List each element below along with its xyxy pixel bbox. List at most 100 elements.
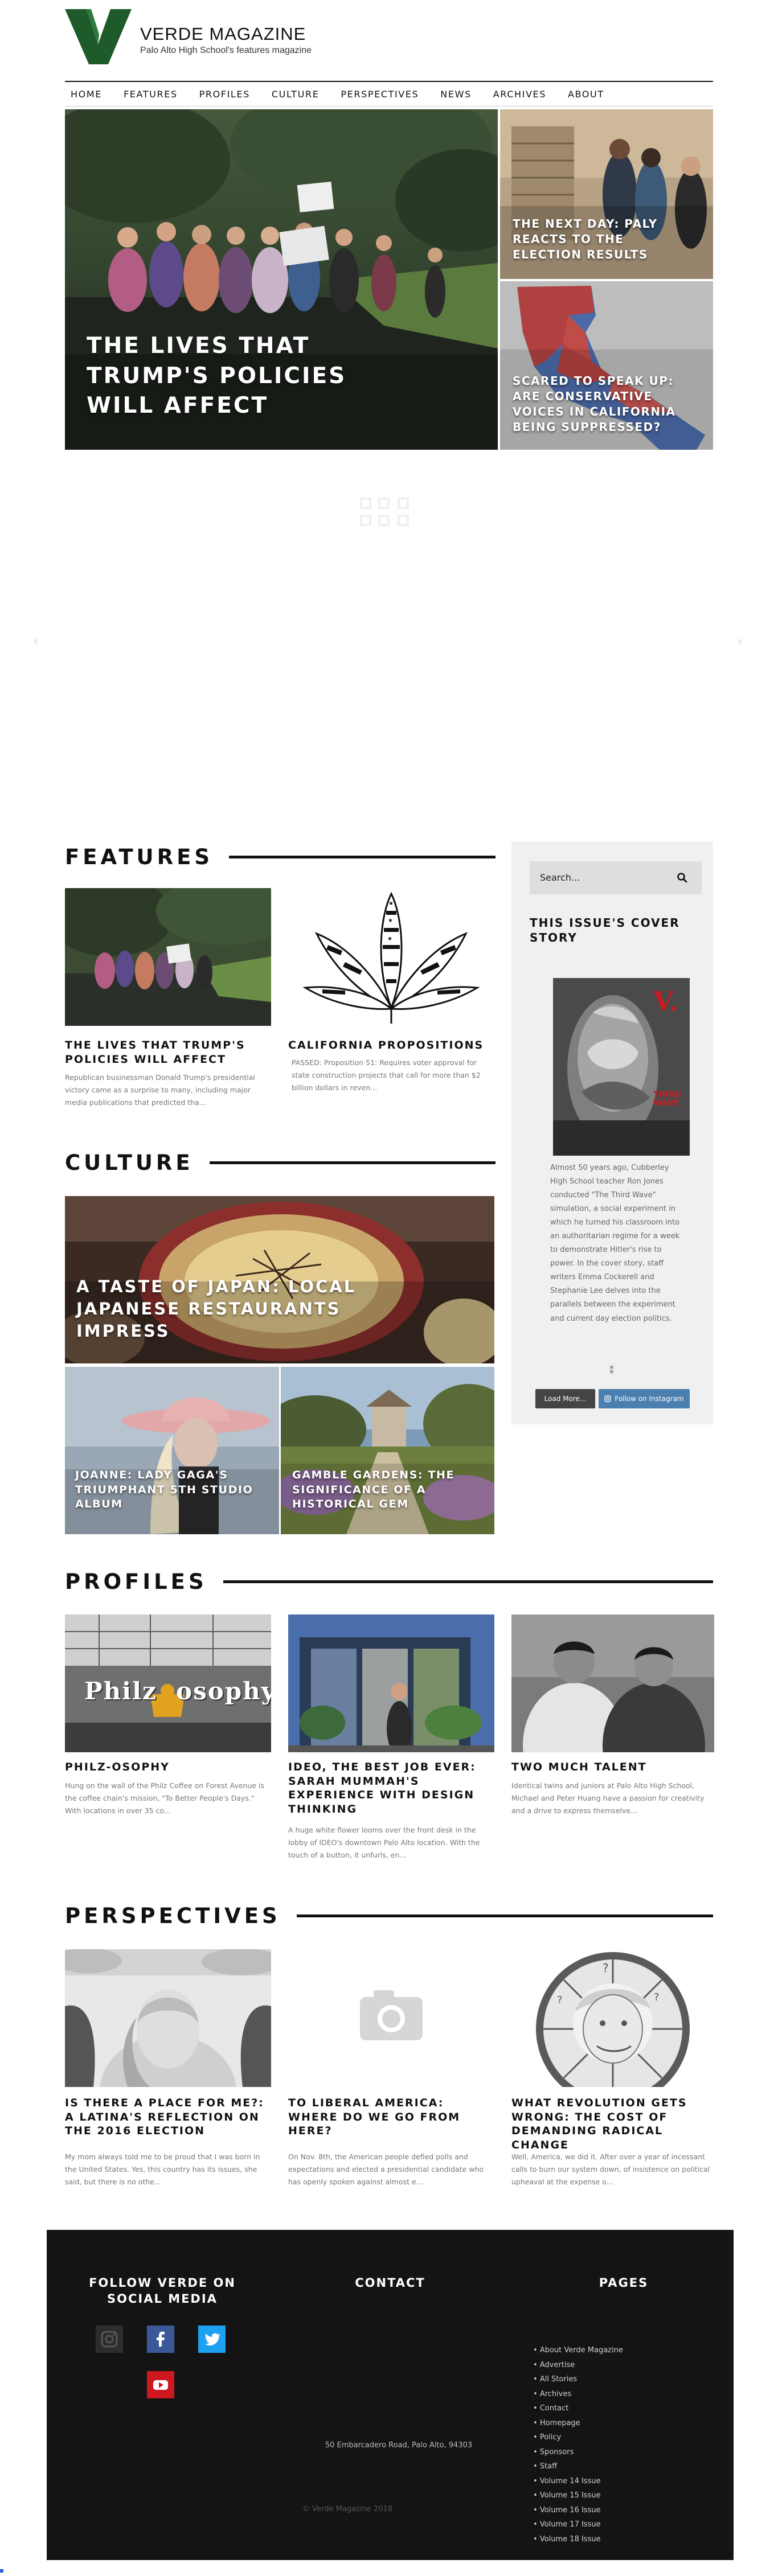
culture-main-story[interactable]: A TASTE OF JAPAN: LOCAL JAPANESE RESTAUR…	[65, 1196, 494, 1363]
perspectives-card-2-image[interactable]	[288, 1949, 494, 2087]
profiles-heading-rule	[223, 1580, 713, 1583]
instagram-icon	[604, 1395, 612, 1402]
follow-instagram-button[interactable]: Follow on Instagram	[599, 1389, 690, 1408]
hero-main-title[interactable]: THE LIVES THAT TRUMP'S POLICIES WILL AFF…	[87, 331, 406, 421]
facebook-icon[interactable]	[147, 2326, 174, 2353]
bullet-icon: •	[533, 2360, 540, 2369]
culture-story-right[interactable]: GAMBLE GARDENS: THE SIGNIFICANCE OF A HI…	[281, 1367, 494, 1534]
site-title[interactable]: VERDE MAGAZINE	[140, 24, 306, 44]
profiles-card-3-excerpt: Identical twins and juniors at Palo Alto…	[511, 1781, 705, 1815]
bullet-icon: •	[533, 2476, 540, 2485]
site-tagline: Palo Alto High School's features magazin…	[140, 46, 312, 55]
nav-item-archives[interactable]: ARCHIVES	[488, 89, 546, 100]
features-heading-rule	[229, 856, 496, 858]
instagram-icon[interactable]	[96, 2326, 123, 2353]
footer-page-link[interactable]: • Staff	[533, 2459, 681, 2474]
footer-page-link[interactable]: • Volume 15 Issue	[533, 2488, 681, 2503]
bullet-icon: •	[533, 2375, 540, 2384]
bullet-icon: •	[533, 2491, 540, 2500]
footer-page-label: Advertise	[539, 2360, 575, 2369]
search-placeholder[interactable]: Search...	[540, 872, 580, 883]
features-card-2-excerpt: PASSED: Proposition 51: Requires voter a…	[292, 1058, 481, 1092]
profiles-card-1-image[interactable]: Philz osophy	[65, 1614, 271, 1752]
svg-text:★: ★	[388, 901, 394, 907]
perspectives-card-3-image[interactable]: ? ? ?	[511, 1949, 714, 2087]
footer-page-label: Volume 17 Issue	[539, 2520, 601, 2529]
hero-side-story-bottom[interactable]: SCARED TO SPEAK UP: ARE CONSERVATIVE VOI…	[500, 281, 713, 450]
youtube-icon[interactable]	[147, 2371, 174, 2398]
culture-right-title[interactable]: GAMBLE GARDENS: THE SIGNIFICANCE OF A HI…	[292, 1468, 480, 1512]
nav-item-culture[interactable]: CULTURE	[266, 89, 320, 100]
profiles-card-1-title[interactable]: PHILZ-OSOPHY	[65, 1760, 271, 1774]
footer-copyright: © Verde Magazine 2018	[302, 2505, 392, 2513]
footer-page-label: Volume 16 Issue	[539, 2505, 601, 2515]
features-card-2-title[interactable]: CALIFORNIA PROPOSITIONS	[288, 1038, 494, 1053]
culture-left-title[interactable]: JOANNE: LADY GAGA'S TRIUMPHANT 5TH STUDI…	[75, 1468, 263, 1512]
hero-side-top-title[interactable]: THE NEXT DAY: PALY REACTS TO THE ELECTIO…	[513, 216, 695, 262]
logo-v-mark[interactable]	[65, 9, 132, 64]
features-card-1-title[interactable]: THE LIVES THAT TRUMP'S POLICIES WILL AFF…	[65, 1038, 271, 1066]
cover-story-image[interactable]: V. THIRD WAVE	[553, 978, 690, 1156]
footer-social-heading: FOLLOW VERDE ON SOCIAL MEDIA	[89, 2276, 236, 2306]
footer-page-link[interactable]: • Contact	[533, 2401, 681, 2416]
features-heading-text[interactable]: FEATURES	[65, 845, 213, 869]
features-card-1-image[interactable]	[65, 888, 271, 1026]
perspectives-card-1-image[interactable]	[65, 1949, 271, 2087]
nav-item-perspectives[interactable]: PERSPECTIVES	[335, 89, 419, 100]
footer-page-link[interactable]: • Homepage	[533, 2416, 681, 2431]
footer-page-label: Volume 18 Issue	[539, 2534, 601, 2544]
profiles-card-3-title[interactable]: TWO MUCH TALENT	[511, 1760, 714, 1774]
nav-item-news[interactable]: NEWS	[435, 89, 471, 100]
perspectives-card-2-title[interactable]: TO LIBERAL AMERICA: WHERE DO WE GO FROM …	[288, 2096, 494, 2138]
cover-magazine-title: THIRD WAVE	[653, 1090, 681, 1108]
hero-side-story-top[interactable]: THE NEXT DAY: PALY REACTS TO THE ELECTIO…	[500, 109, 713, 279]
footer-page-link[interactable]: • Volume 14 Issue	[533, 2474, 681, 2489]
follow-instagram-label: Follow on Instagram	[615, 1395, 684, 1403]
carousel-prev-arrow[interactable]: ‹	[33, 633, 39, 650]
hero-side-bottom-title[interactable]: SCARED TO SPEAK UP: ARE CONSERVATIVE VOI…	[513, 373, 695, 435]
footer-page-label: Staff	[539, 2462, 558, 2471]
perspectives-heading-rule	[296, 1914, 713, 1917]
nav-item-home[interactable]: HOME	[65, 89, 102, 100]
footer-page-link[interactable]: • Archives	[533, 2387, 681, 2402]
nav-item-profiles[interactable]: PROFILES	[194, 89, 250, 100]
profiles-heading: PROFILES	[65, 1570, 713, 1594]
footer-page-label: About Verde Magazine	[539, 2346, 623, 2355]
profiles-card-2-title[interactable]: IDEO, THE BEST JOB EVER: SARAH MUMMAH'S …	[288, 1760, 494, 1817]
footer-page-link[interactable]: • Advertise	[533, 2358, 681, 2373]
svg-text:?: ?	[557, 1994, 563, 2006]
profiles-card-3-image[interactable]	[511, 1614, 714, 1752]
search-icon[interactable]	[677, 872, 688, 884]
perspectives-card-3-title[interactable]: WHAT REVOLUTION GETS WRONG: THE COST OF …	[511, 2096, 714, 2152]
profiles-card-1-excerpt: Hung on the wall of the Philz Coffee on …	[65, 1781, 265, 1815]
svg-text:?: ?	[654, 1991, 660, 2003]
profiles-card-2-image[interactable]	[288, 1614, 494, 1752]
bullet-icon: •	[533, 2346, 540, 2355]
footer-page-link[interactable]: • Volume 17 Issue	[533, 2517, 681, 2532]
loading-spinner-icon: ⁑	[609, 1365, 614, 1376]
nav-item-about[interactable]: ABOUT	[562, 89, 604, 100]
carousel-next-arrow[interactable]: ›	[737, 633, 743, 650]
features-card-2-image[interactable]: ★ ★ ★	[288, 888, 494, 1026]
footer-page-link[interactable]: • Volume 16 Issue	[533, 2503, 681, 2518]
footer-pages-heading: PAGES	[599, 2276, 649, 2290]
culture-story-left[interactable]: JOANNE: LADY GAGA'S TRIUMPHANT 5TH STUDI…	[65, 1367, 279, 1534]
culture-main-title[interactable]: A TASTE OF JAPAN: LOCAL JAPANESE RESTAUR…	[76, 1276, 429, 1342]
twitter-icon[interactable]	[198, 2326, 226, 2353]
hero-main-story[interactable]: THE LIVES THAT TRUMP'S POLICIES WILL AFF…	[65, 109, 498, 450]
footer-page-label: Contact	[539, 2404, 569, 2413]
footer-page-link[interactable]: • Volume 18 Issue	[533, 2532, 681, 2547]
cover-story-heading: THIS ISSUE'S COVER STORY	[530, 916, 680, 944]
perspectives-card-1-title[interactable]: IS THERE A PLACE FOR ME?: A LATINA'S REF…	[65, 2096, 271, 2138]
footer-page-link[interactable]: • All Stories	[533, 2372, 681, 2387]
spinner-icon	[359, 496, 416, 528]
perspectives-heading-text[interactable]: PERSPECTIVES	[65, 1904, 281, 1928]
nav-item-features[interactable]: FEATURES	[118, 89, 178, 100]
features-card-1-excerpt: Republican businessman Donald Trump's pr…	[65, 1073, 255, 1107]
culture-heading-text[interactable]: CULTURE	[65, 1151, 194, 1175]
bullet-icon: •	[533, 2534, 540, 2544]
load-more-button[interactable]: Load More...	[535, 1389, 595, 1408]
footer-page-link[interactable]: • About Verde Magazine	[533, 2343, 681, 2358]
cover-magazine-logo: V.	[653, 986, 678, 1017]
profiles-heading-text[interactable]: PROFILES	[65, 1570, 207, 1594]
